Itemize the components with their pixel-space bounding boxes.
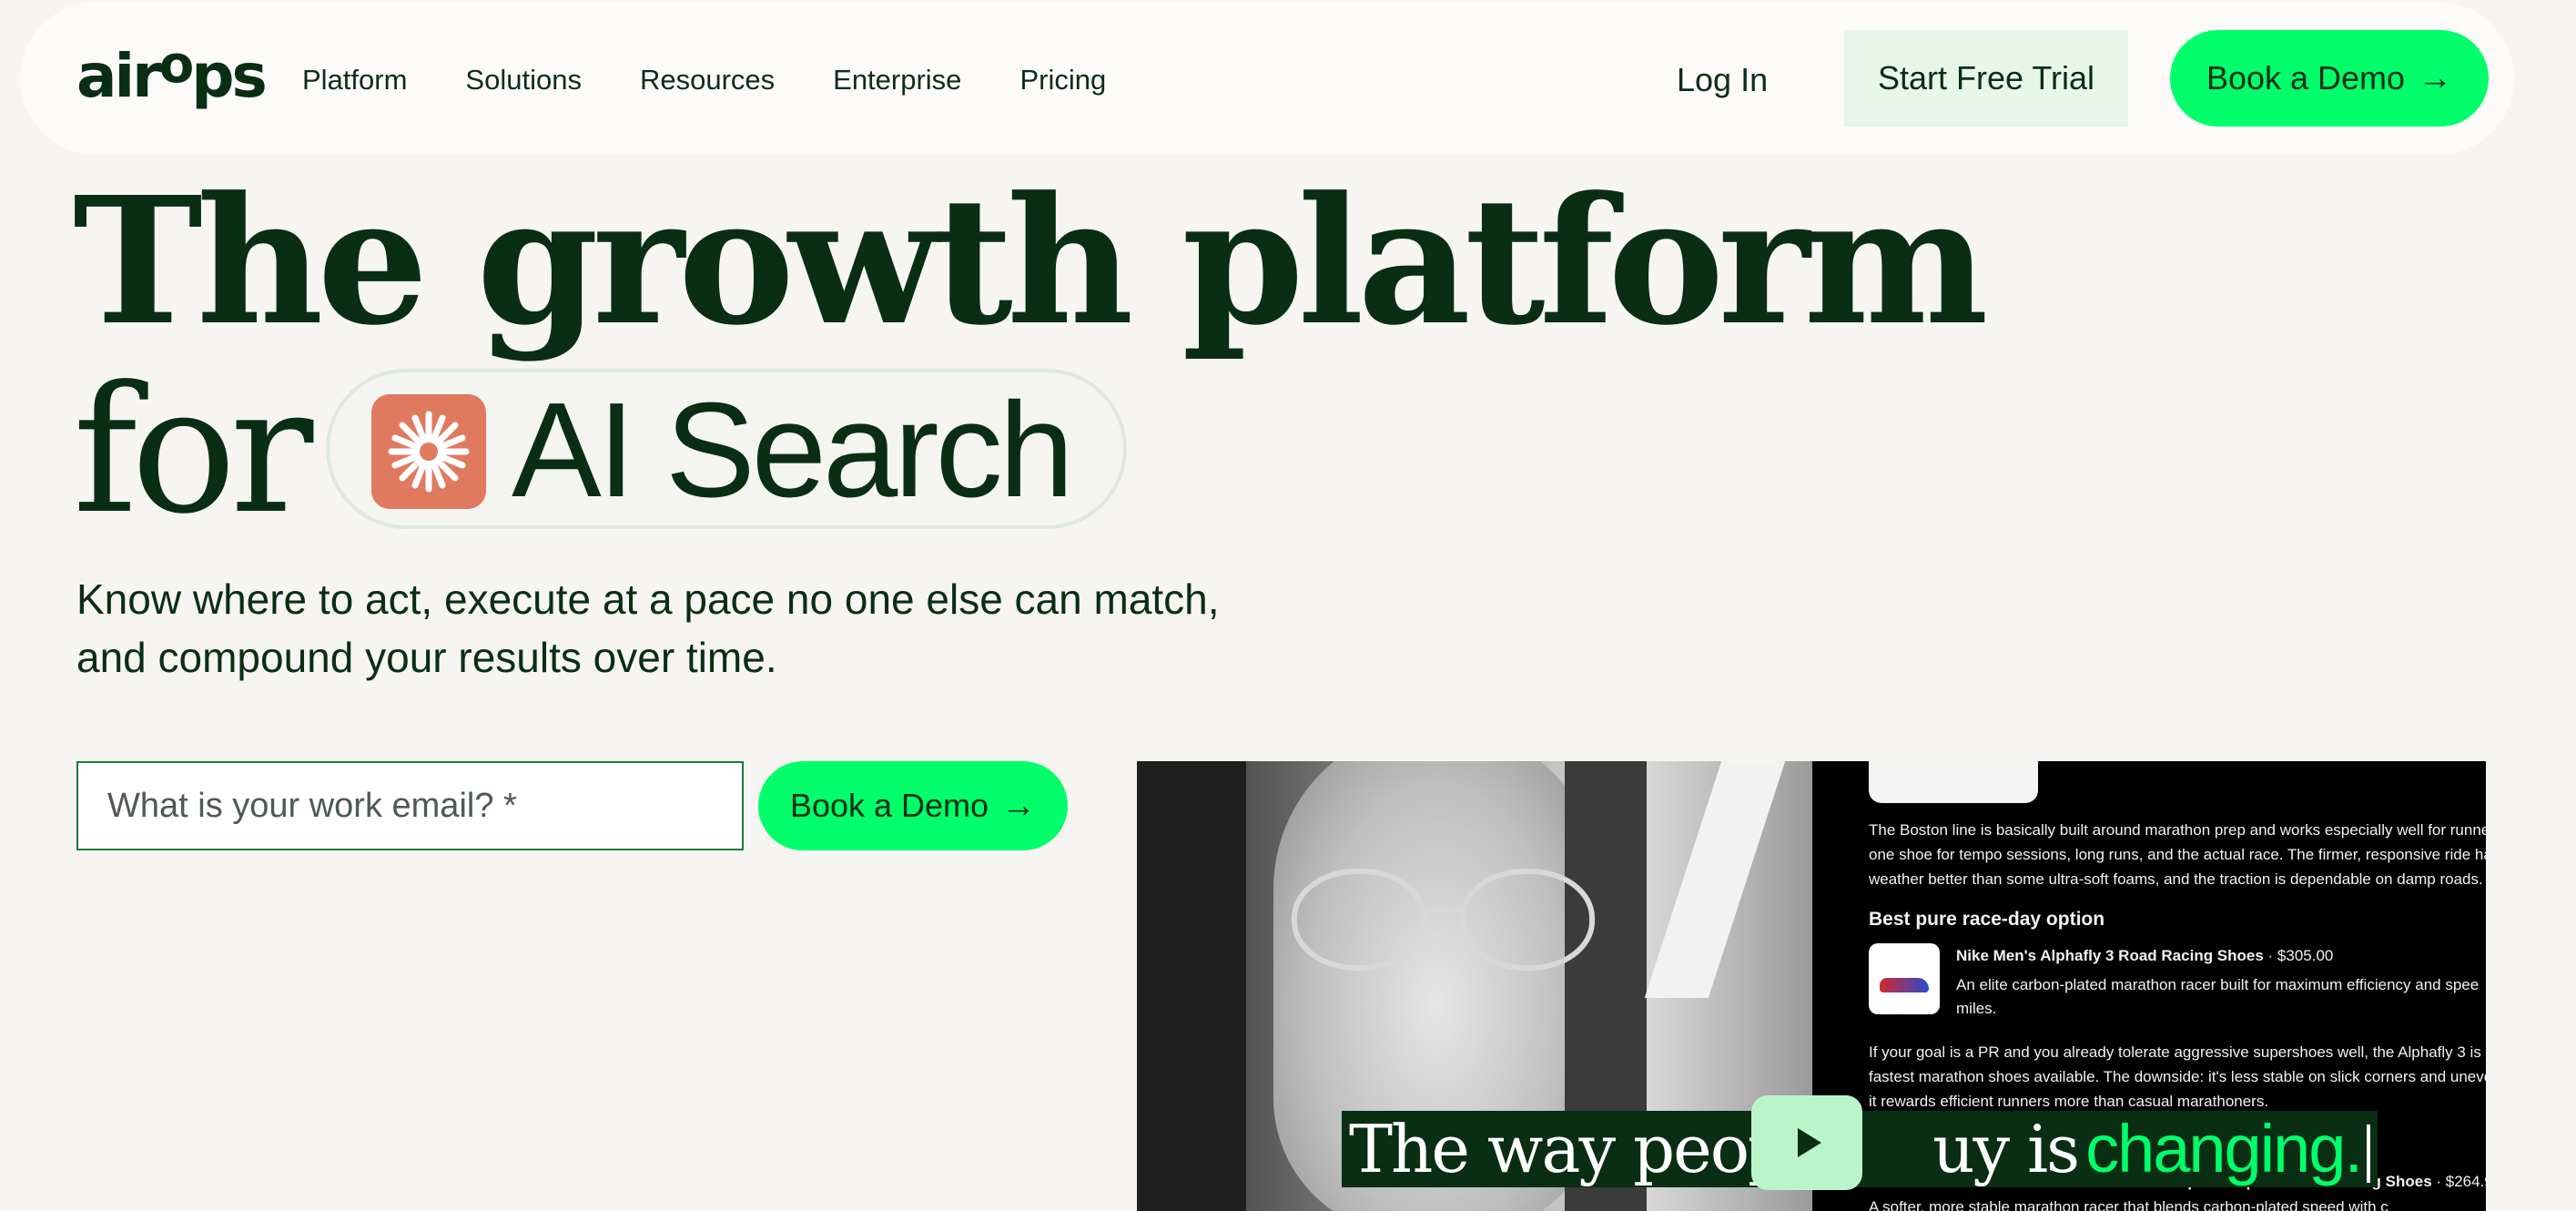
panel-tab xyxy=(1869,761,2038,803)
ai-search-pill: AI Search xyxy=(326,369,1127,529)
play-button[interactable] xyxy=(1751,1095,1862,1190)
product-description: An elite carbon-plated marathon racer bu… xyxy=(1956,976,2480,993)
nav-book-demo-label: Book a Demo xyxy=(2206,59,2406,97)
product-description: A softer, more stable marathon racer tha… xyxy=(1869,1198,2388,1211)
nav-link-solutions[interactable]: Solutions xyxy=(465,58,582,102)
work-email-input[interactable] xyxy=(76,761,744,850)
product-price: · $264.99 xyxy=(2436,1173,2486,1190)
product-title-line: Nike Men's Alphafly 3 Road Racing Shoes … xyxy=(1956,943,2333,968)
nav-link-enterprise[interactable]: Enterprise xyxy=(833,58,961,102)
panel-text-line: The Boston line is basically built aroun… xyxy=(1869,821,2486,839)
play-icon xyxy=(1798,1128,1821,1157)
panel-text-line: one shoe for tempo sessions, long runs, … xyxy=(1869,846,2486,863)
panel-section-heading: Best pure race-day option xyxy=(1869,909,2105,930)
panel-text-line: weather better than some ultra-soft foam… xyxy=(1869,870,2483,888)
hero-subtitle: Know where to act, execute at a pace no … xyxy=(76,575,1220,681)
product-price: · $305.00 xyxy=(2263,947,2334,964)
ai-search-label: AI Search xyxy=(512,375,1074,525)
top-nav: airops Platform Solutions Resources Ente… xyxy=(20,2,2514,155)
nav-link-platform[interactable]: Platform xyxy=(302,58,407,102)
hero-video[interactable]: The Boston line is basically built aroun… xyxy=(1137,761,2486,1211)
caption-text-start: The way peopl xyxy=(1342,1111,1815,1187)
airops-logo[interactable]: airops xyxy=(76,36,268,117)
caption-text-mid: uy is xyxy=(1925,1111,2086,1187)
arrow-right-icon: → xyxy=(1001,787,1037,825)
panel-text-line: fastest marathon shoes available. The do… xyxy=(1869,1068,2486,1085)
product-title: Nike Men's Alphafly 3 Road Racing Shoes xyxy=(1956,947,2264,964)
nav-book-demo-button[interactable]: Book a Demo → xyxy=(2170,30,2489,127)
arrow-right-icon: → xyxy=(2418,59,2453,97)
product-thumbnail xyxy=(1869,943,1940,1014)
nav-link-pricing[interactable]: Pricing xyxy=(1019,58,1106,102)
nav-links: Platform Solutions Resources Enterprise … xyxy=(302,58,1164,102)
nav-link-resources[interactable]: Resources xyxy=(640,58,775,102)
sparkle-icon xyxy=(371,394,486,509)
login-link[interactable]: Log In xyxy=(1677,56,1768,104)
start-free-trial-button[interactable]: Start Free Trial xyxy=(1844,30,2128,127)
panel-text-line: it rewards efficient runners more than c… xyxy=(1869,1093,2269,1110)
hero-book-demo-button[interactable]: Book a Demo → xyxy=(758,761,1068,850)
hero-title-for: for xyxy=(73,350,313,553)
product-description: miles. xyxy=(1956,1000,1997,1017)
hero-book-demo-label: Book a Demo xyxy=(789,787,989,824)
hero-title-line1: The growth platform xyxy=(73,159,1989,364)
panel-text-line: If your goal is a PR and you already tol… xyxy=(1869,1043,2486,1061)
caption-highlight: changing. xyxy=(2085,1111,2378,1187)
